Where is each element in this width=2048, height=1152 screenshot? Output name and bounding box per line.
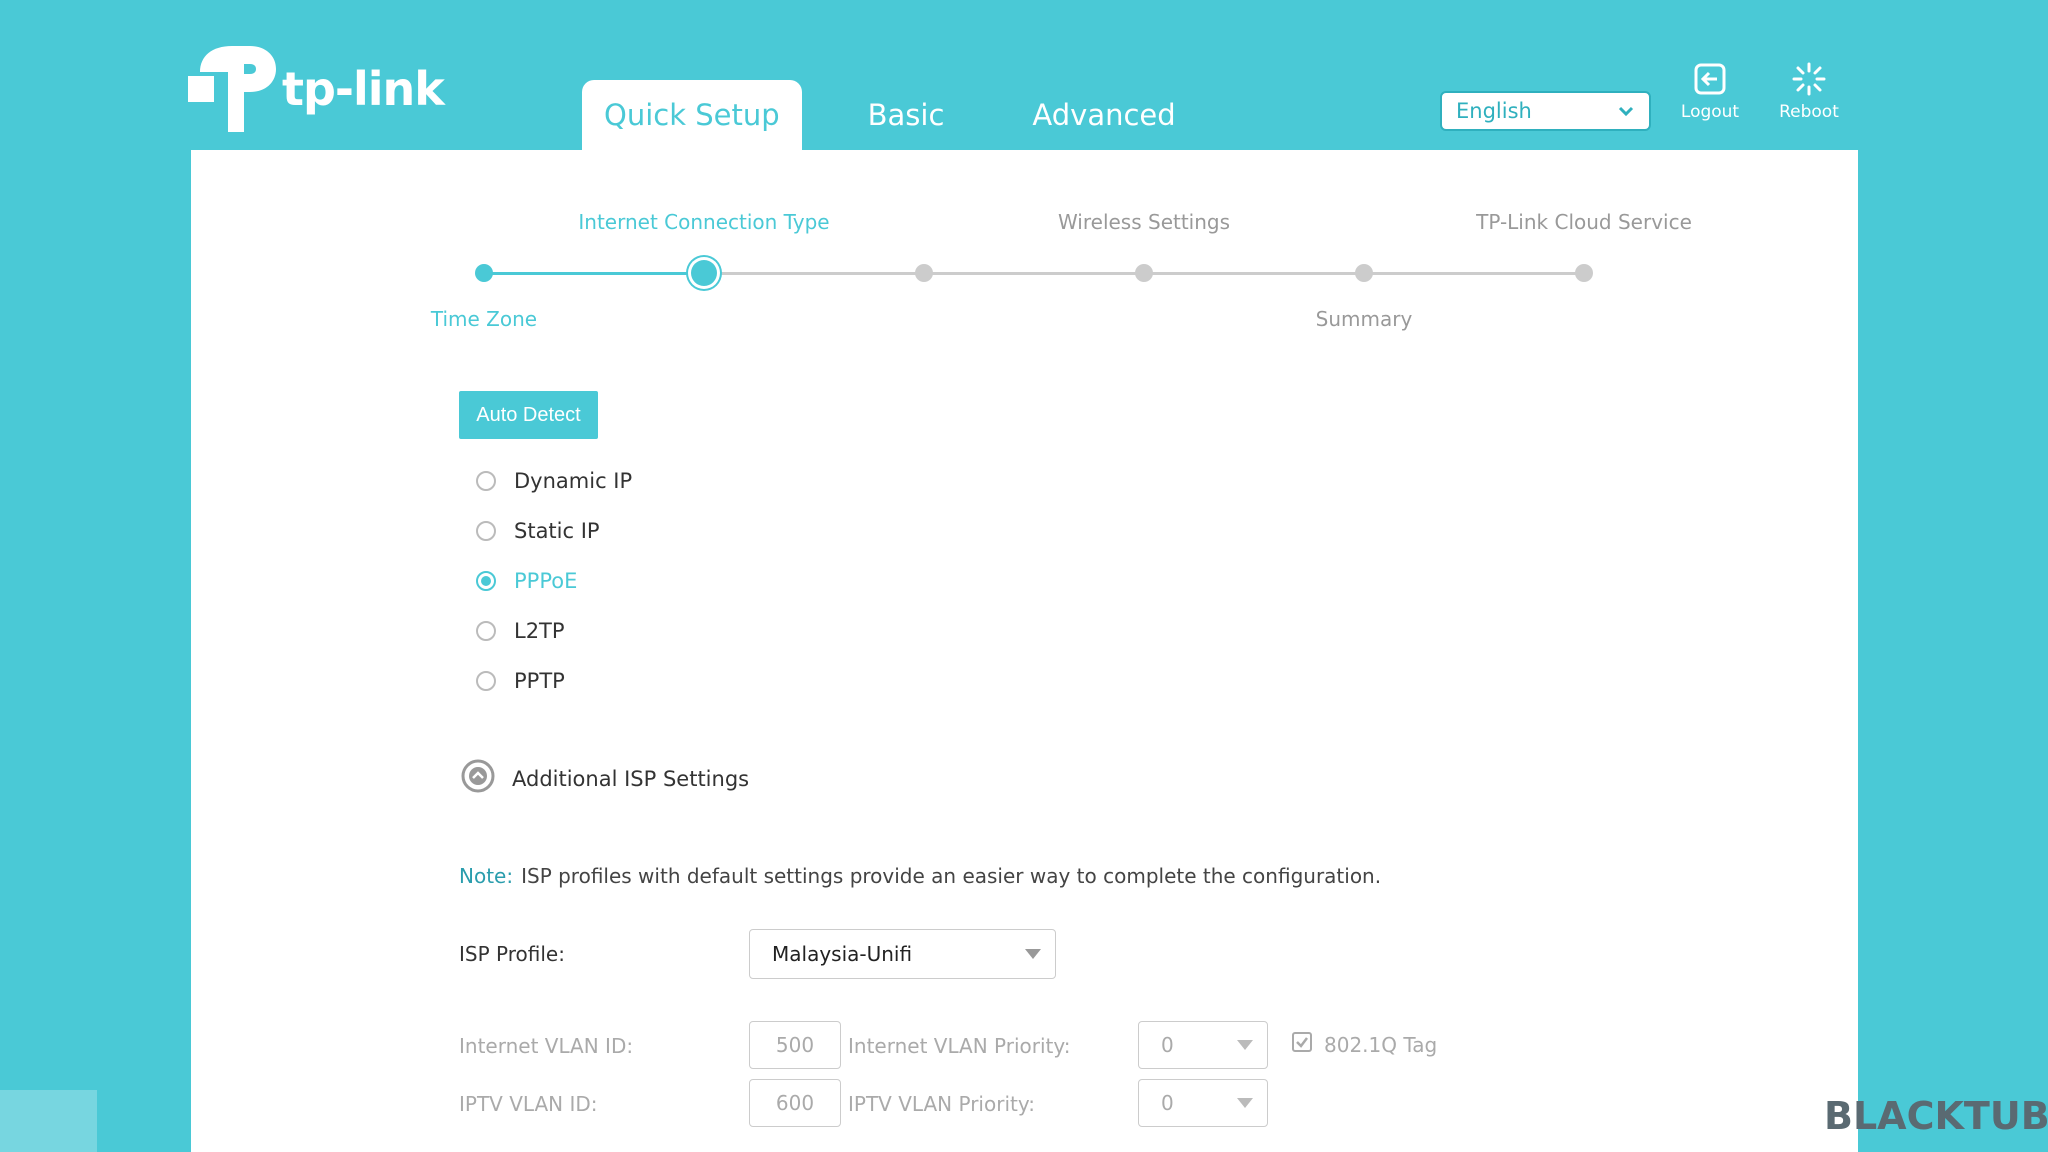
- tp-link-logo: tp-link: [188, 46, 445, 132]
- iptv-vlan-priority-select[interactable]: 0: [1138, 1079, 1268, 1127]
- iptv-vlan-priority-value: 0: [1161, 1091, 1174, 1115]
- reboot-button[interactable]: Reboot: [1764, 62, 1854, 122]
- tab-basic[interactable]: Basic: [844, 80, 969, 150]
- checkbox-checked-icon: [1292, 1032, 1324, 1057]
- step-dot-3: [915, 264, 933, 282]
- main-panel: [191, 150, 1858, 1152]
- progress-track-done: [484, 272, 704, 275]
- logout-icon: [1665, 62, 1755, 96]
- step-label-summary: Summary: [1315, 307, 1413, 331]
- additional-isp-settings-label: Additional ISP Settings: [512, 766, 750, 791]
- step-dot-tp-link-cloud-service: [1575, 264, 1593, 282]
- tp-link-logo-icon: [188, 46, 278, 132]
- language-select[interactable]: English: [1440, 91, 1651, 131]
- dropdown-arrow-icon: [1237, 1098, 1253, 1108]
- dropdown-arrow-icon: [1237, 1040, 1253, 1050]
- note-text: ISP profiles with default settings provi…: [521, 864, 1382, 888]
- 8021q-tag-checkbox[interactable]: 802.1Q Tag: [1292, 1032, 1437, 1057]
- radio-pppoe-label: PPPoE: [514, 569, 578, 593]
- internet-vlan-priority-value: 0: [1161, 1033, 1174, 1057]
- radio-static-ip[interactable]: Static IP: [476, 519, 600, 543]
- note-key: Note:: [459, 864, 514, 888]
- radio-pppoe[interactable]: PPPoE: [476, 569, 577, 593]
- radio-pppoe-circle[interactable]: [476, 571, 496, 591]
- isp-profile-select[interactable]: Malaysia-Unifi: [749, 929, 1056, 979]
- logout-button[interactable]: Logout: [1665, 62, 1755, 122]
- corner-overlay: [0, 1090, 97, 1152]
- reboot-label: Reboot: [1779, 102, 1839, 122]
- isp-profile-value: Malaysia-Unifi: [772, 942, 913, 966]
- step-dot-summary: [1355, 264, 1373, 282]
- radio-static-ip-label: Static IP: [514, 519, 600, 543]
- collapse-up-icon: [460, 758, 512, 799]
- step-label-time-zone: Time Zone: [430, 307, 538, 331]
- logout-label: Logout: [1680, 102, 1740, 122]
- additional-isp-settings-toggle[interactable]: Additional ISP Settings: [460, 758, 749, 799]
- radio-pptp-label: PPTP: [514, 669, 565, 693]
- step-label-tp-link-cloud-service: TP-Link Cloud Service: [1476, 210, 1692, 234]
- step-dot-time-zone: [475, 264, 493, 282]
- iptv-vlan-id-value: 600: [775, 1091, 815, 1115]
- internet-vlan-id-value: 500: [775, 1033, 815, 1057]
- iptv-vlan-id-label: IPTV VLAN ID:: [459, 1092, 598, 1116]
- radio-static-ip-circle[interactable]: [476, 521, 496, 541]
- internet-vlan-id-label: Internet VLAN ID:: [459, 1034, 634, 1058]
- isp-note: Note: ISP profiles with default settings …: [459, 864, 1381, 888]
- step-dot-internet-connection-type: [691, 260, 717, 286]
- internet-vlan-priority-label: Internet VLAN Priority:: [848, 1034, 1071, 1058]
- brand-name: tp-link: [282, 62, 445, 116]
- internet-vlan-priority-select[interactable]: 0: [1138, 1021, 1268, 1069]
- radio-l2tp-label: L2TP: [514, 619, 565, 643]
- radio-l2tp-circle[interactable]: [476, 621, 496, 641]
- watermark: BLACKTUBI: [1824, 1094, 2048, 1138]
- radio-l2tp[interactable]: L2TP: [476, 619, 565, 643]
- main-nav-tabs: Quick Setup Basic Advanced: [582, 80, 1240, 150]
- radio-dynamic-ip[interactable]: Dynamic IP: [476, 469, 632, 493]
- auto-detect-button[interactable]: Auto Detect: [459, 391, 598, 439]
- isp-profile-label: ISP Profile:: [459, 942, 565, 966]
- step-label-internet-connection-type: Internet Connection Type: [578, 210, 830, 234]
- language-select-value: English: [1456, 99, 1532, 123]
- internet-vlan-id-input[interactable]: 500: [749, 1021, 841, 1069]
- chevron-down-icon: [1617, 101, 1635, 125]
- dropdown-arrow-icon: [1025, 949, 1041, 959]
- step-dot-wireless-settings: [1135, 264, 1153, 282]
- tab-advanced[interactable]: Advanced: [1008, 80, 1199, 150]
- iptv-vlan-priority-label: IPTV VLAN Priority:: [848, 1092, 1035, 1116]
- radio-dynamic-ip-circle[interactable]: [476, 471, 496, 491]
- reboot-icon: [1764, 62, 1854, 96]
- radio-pptp-circle[interactable]: [476, 671, 496, 691]
- 8021q-tag-label: 802.1Q Tag: [1324, 1032, 1438, 1057]
- radio-pptp[interactable]: PPTP: [476, 669, 565, 693]
- step-label-wireless-settings: Wireless Settings: [1057, 210, 1231, 234]
- iptv-vlan-id-input[interactable]: 600: [749, 1079, 841, 1127]
- tab-quick-setup[interactable]: Quick Setup: [582, 80, 802, 150]
- radio-dynamic-ip-label: Dynamic IP: [514, 469, 633, 493]
